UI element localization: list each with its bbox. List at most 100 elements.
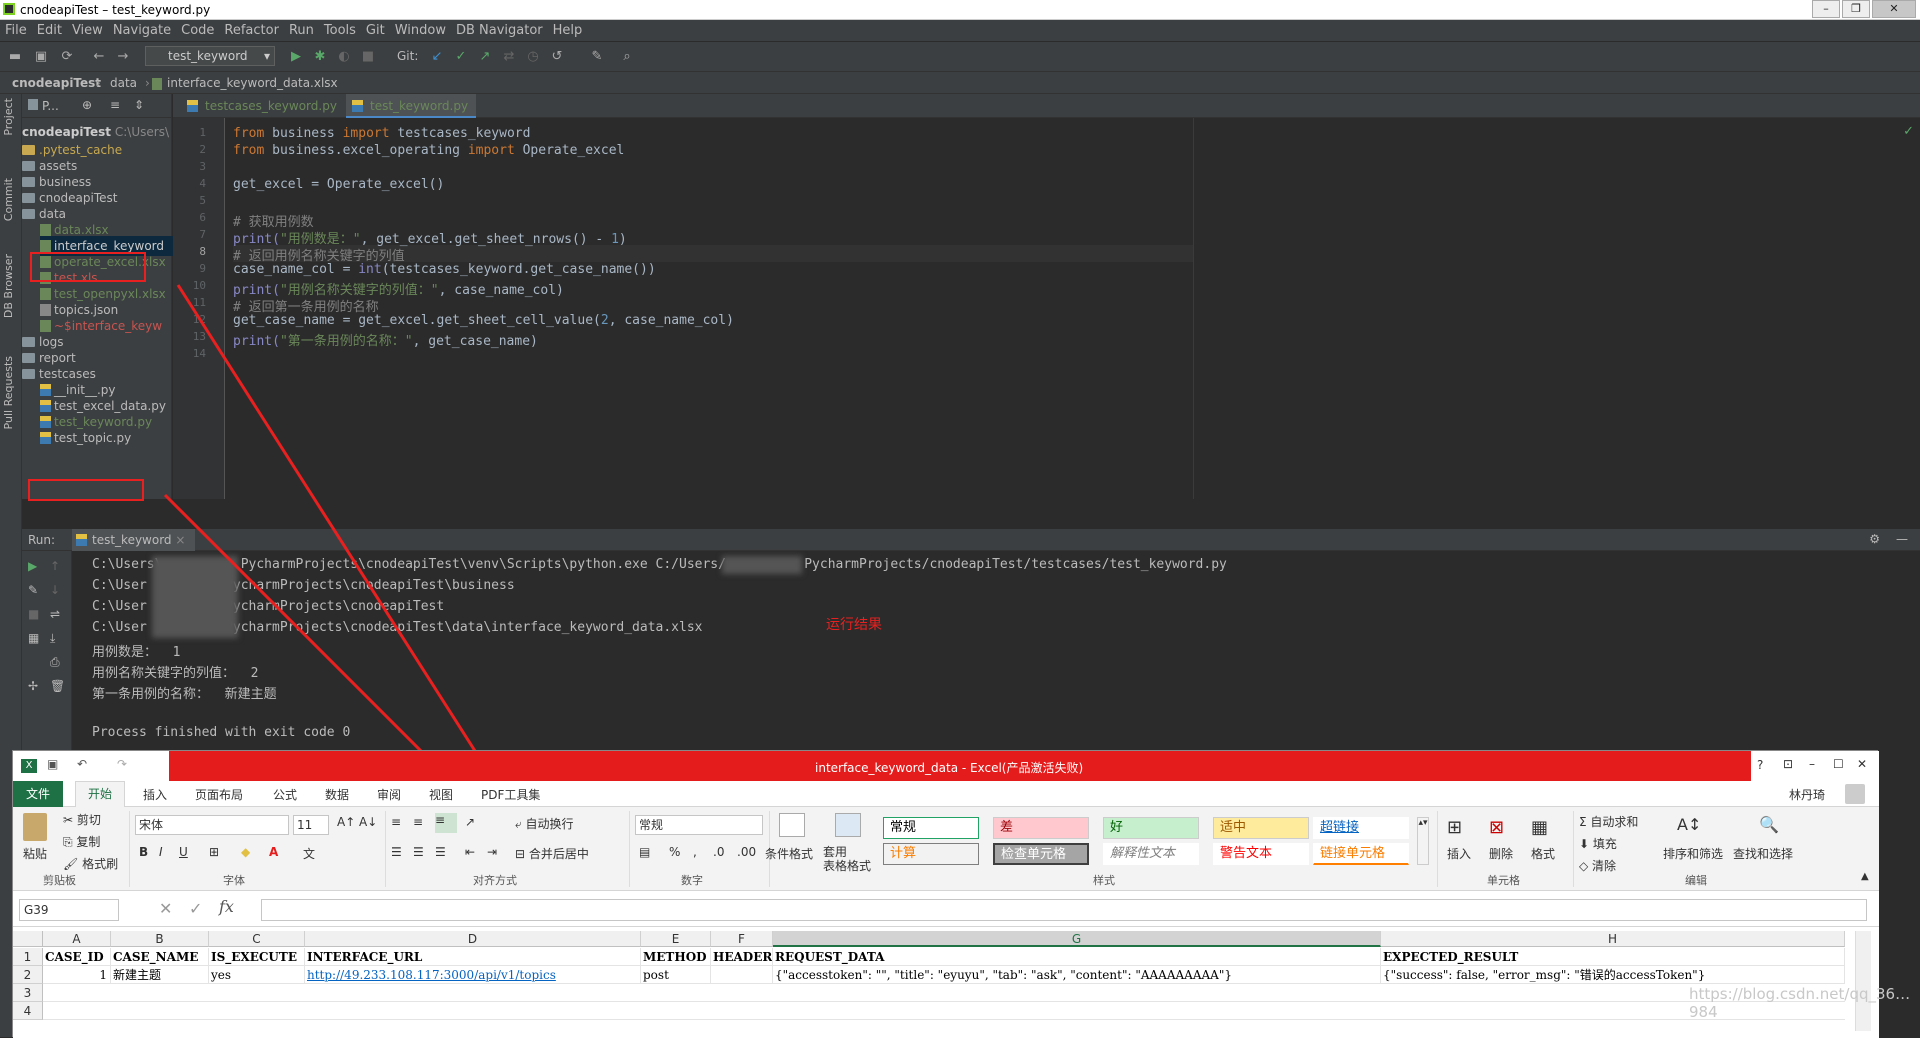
user-name[interactable]: 林丹琦: [1789, 786, 1825, 803]
style-check-cell[interactable]: 检查单元格: [993, 843, 1089, 865]
formula-input[interactable]: [261, 899, 1867, 921]
align-center-icon[interactable]: ☰: [413, 845, 424, 859]
row-header[interactable]: 2: [13, 966, 43, 984]
cell-header-case-name[interactable]: CASE_NAME: [111, 948, 209, 966]
indent-decrease-icon[interactable]: ⇤: [465, 845, 475, 859]
style-normal[interactable]: 常规: [883, 817, 979, 839]
collapse-ribbon-icon[interactable]: ▲: [1861, 871, 1869, 882]
table-format-button[interactable]: 套用 表格格式: [823, 845, 871, 873]
increase-font-icon[interactable]: A↑: [337, 815, 355, 829]
tab-review[interactable]: 审阅: [377, 786, 401, 803]
cancel-formula-icon[interactable]: ✕: [159, 899, 172, 918]
font-color-icon[interactable]: A: [269, 845, 278, 859]
cell-header-header[interactable]: HEADER: [711, 948, 773, 966]
cell-header-value[interactable]: [711, 966, 773, 984]
decimal-decrease-icon[interactable]: .00: [737, 845, 756, 859]
tab-view[interactable]: 视图: [429, 786, 453, 803]
style-explanatory[interactable]: 解释性文本: [1103, 843, 1199, 865]
avatar[interactable]: [1845, 784, 1865, 804]
name-box[interactable]: G39: [19, 899, 119, 921]
close-window-button[interactable]: ✕: [1857, 757, 1867, 771]
tab-page-layout[interactable]: 页面布局: [195, 786, 243, 803]
font-size-select[interactable]: 11: [293, 815, 329, 835]
format-painter-button[interactable]: 🖌 格式刷: [63, 855, 118, 872]
cell-header-interface-url[interactable]: INTERFACE_URL: [305, 948, 641, 966]
font-name-select[interactable]: 宋体: [135, 815, 289, 835]
column-header[interactable]: D: [305, 931, 641, 947]
cell-case-id[interactable]: 1: [43, 966, 111, 984]
conditional-format-icon[interactable]: [779, 813, 805, 837]
wrap-text-button[interactable]: ⤶ 自动换行: [515, 815, 574, 832]
cell-expected-result[interactable]: {"success": false, "error_msg": "错误的acce…: [1381, 966, 1845, 984]
tab-data[interactable]: 数据: [325, 786, 349, 803]
bold-button[interactable]: B: [139, 845, 148, 859]
insert-function-icon[interactable]: fx: [219, 897, 234, 916]
format-cells-button[interactable]: 格式: [1531, 845, 1555, 862]
cell-header-request-data[interactable]: REQUEST_DATA: [773, 948, 1381, 966]
save-icon[interactable]: ▣: [47, 757, 58, 771]
tab-pdf-tools[interactable]: PDF工具集: [481, 786, 540, 803]
column-header[interactable]: F: [711, 931, 773, 947]
select-all-corner[interactable]: [13, 931, 43, 947]
row-header[interactable]: 1: [13, 948, 43, 966]
delete-cells-icon[interactable]: ⊠: [1489, 817, 1504, 838]
find-select-icon[interactable]: 🔍: [1759, 815, 1779, 834]
cell-interface-url[interactable]: http://49.233.108.117:3000/api/v1/topics: [305, 966, 641, 984]
sort-filter-button[interactable]: 排序和筛选: [1663, 845, 1723, 862]
style-calculation[interactable]: 计算: [883, 843, 979, 865]
tab-home[interactable]: 开始: [75, 781, 126, 807]
align-middle-icon[interactable]: ≡: [413, 815, 423, 829]
style-linked-cell[interactable]: 链接单元格: [1313, 843, 1409, 865]
phonetic-icon[interactable]: 文: [303, 845, 315, 862]
copy-button[interactable]: ⎘ 复制: [63, 833, 100, 850]
borders-icon[interactable]: ⊞: [209, 845, 219, 859]
cell-header-case-id[interactable]: CASE_ID: [43, 948, 111, 966]
column-header[interactable]: A: [43, 931, 111, 947]
cell-case-name[interactable]: 新建主题: [111, 966, 209, 984]
paste-icon[interactable]: [23, 813, 47, 841]
underline-button[interactable]: U: [179, 845, 188, 859]
cell-header-method[interactable]: METHOD: [641, 948, 711, 966]
column-header[interactable]: B: [111, 931, 209, 947]
help-button[interactable]: ?: [1757, 758, 1763, 772]
merge-center-button[interactable]: ⊟ 合并后居中: [515, 845, 589, 862]
currency-icon[interactable]: ▤: [639, 845, 650, 859]
cell-request-data[interactable]: {"accesstoken": "", "title": "eyuyu", "t…: [773, 966, 1381, 984]
indent-increase-icon[interactable]: ⇥: [487, 845, 497, 859]
find-select-button[interactable]: 查找和选择: [1733, 845, 1793, 862]
undo-icon[interactable]: ↶: [77, 757, 87, 771]
cell-is-execute[interactable]: yes: [209, 966, 305, 984]
ribbon-display-icon[interactable]: ⊡: [1783, 757, 1793, 771]
italic-button[interactable]: I: [159, 845, 163, 859]
cell-method[interactable]: post: [641, 966, 711, 984]
style-bad[interactable]: 差: [993, 817, 1089, 839]
align-top-icon[interactable]: ≡: [391, 815, 401, 829]
maximize-button[interactable]: ☐: [1833, 757, 1844, 771]
enter-formula-icon[interactable]: ✓: [189, 899, 202, 918]
empty-row[interactable]: [43, 1002, 1845, 1020]
column-header[interactable]: G: [773, 931, 1381, 947]
sort-filter-icon[interactable]: A↕: [1677, 815, 1701, 834]
insert-cells-button[interactable]: 插入: [1447, 845, 1471, 862]
table-format-icon[interactable]: [835, 813, 861, 837]
styles-scroll[interactable]: ▴▾: [1417, 817, 1429, 865]
column-header[interactable]: H: [1381, 931, 1845, 947]
row-header[interactable]: 4: [13, 1002, 43, 1020]
comma-icon[interactable]: ,: [693, 845, 697, 859]
clear-button[interactable]: ◇ 清除: [1579, 857, 1616, 874]
align-left-icon[interactable]: ☰: [391, 845, 402, 859]
cell-header-expected-result[interactable]: EXPECTED_RESULT: [1381, 948, 1845, 966]
insert-cells-icon[interactable]: ⊞: [1447, 817, 1462, 838]
delete-cells-button[interactable]: 删除: [1489, 845, 1513, 862]
tab-insert[interactable]: 插入: [143, 786, 167, 803]
style-good[interactable]: 好: [1103, 817, 1199, 839]
fill-button[interactable]: ⬇ 填充: [1579, 835, 1617, 852]
cell-header-is-execute[interactable]: IS_EXECUTE: [209, 948, 305, 966]
align-bottom-icon[interactable]: ≡: [435, 813, 457, 833]
autosum-button[interactable]: Σ 自动求和: [1579, 813, 1638, 830]
align-right-icon[interactable]: ☰: [435, 845, 446, 859]
redo-icon[interactable]: ↷: [117, 757, 127, 771]
format-cells-icon[interactable]: ▦: [1531, 817, 1548, 838]
empty-row[interactable]: [43, 984, 1845, 1002]
tab-file[interactable]: 文件: [13, 781, 63, 807]
